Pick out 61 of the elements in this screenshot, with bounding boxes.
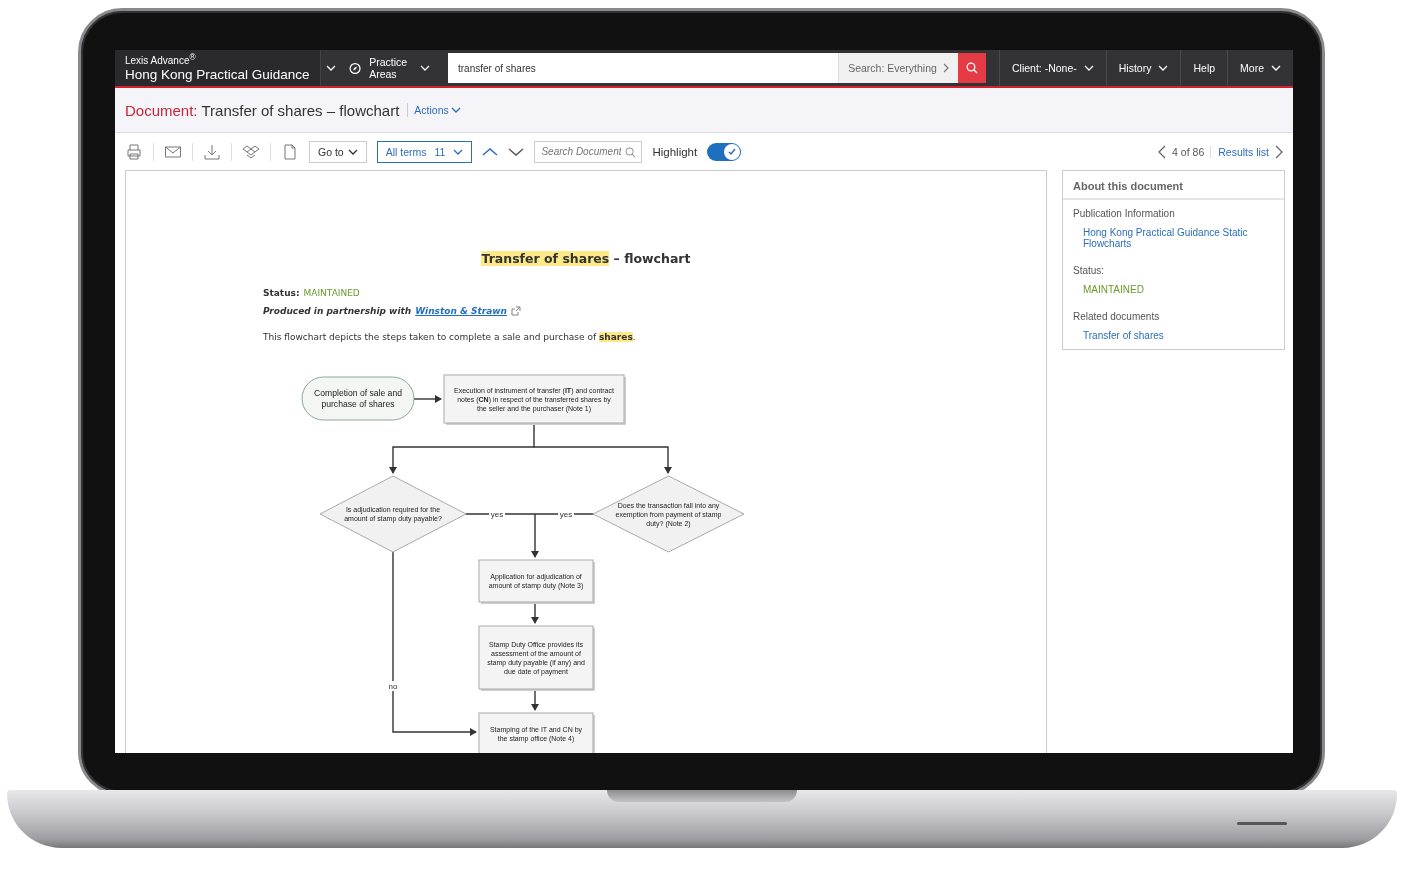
menu-item[interactable]: Client: -None-: [999, 50, 1106, 86]
product-name: Lexis Advance$^{®}$: [125, 51, 197, 67]
download-icon[interactable]: [203, 142, 221, 161]
connector-arrow: [413, 395, 442, 403]
section-label: Related documents: [1073, 311, 1161, 322]
highlight-label: Highlight: [652, 145, 698, 158]
status-label: Status:: [263, 288, 300, 298]
print-icon[interactable]: [125, 142, 143, 161]
search-icon: [966, 62, 978, 74]
search-field[interactable]: transfer of shares: [448, 53, 838, 83]
next-icon[interactable]: [1275, 144, 1283, 159]
go-to-dropdown[interactable]: Go to: [309, 140, 367, 163]
search-button[interactable]: [958, 53, 986, 83]
connector-arrow: [531, 688, 539, 711]
branch-label: yes: [559, 510, 573, 519]
chevron-down-icon: [450, 107, 461, 113]
chevron-down-icon: [1083, 65, 1094, 71]
next-term-icon[interactable]: [508, 146, 525, 157]
document-search-field[interactable]: Search Document: [534, 140, 643, 163]
section-label: Status:: [1073, 265, 1106, 276]
section-label: Publication Information: [1073, 208, 1176, 219]
highlight-toggle[interactable]: [707, 142, 742, 161]
search-scope-button[interactable]: Search: Everything: [838, 53, 958, 83]
branch-label: yes: [490, 510, 504, 519]
status-value: MAINTAINED: [303, 288, 360, 298]
connector-arrow: [531, 601, 539, 624]
chevron-right-icon: [942, 63, 949, 73]
previous-icon[interactable]: [1158, 144, 1167, 159]
search-icon: [625, 146, 637, 158]
chevron-down-icon: [325, 65, 336, 71]
connector-arrow: [531, 513, 539, 558]
intro-text: This flowchart depicts the steps taken to complete a sale and purchase of shares.: [263, 332, 637, 342]
document-heading: Transfer of shares – flowchart: [480, 251, 692, 266]
menu-item[interactable]: More: [1227, 50, 1293, 86]
terms-dropdown[interactable]: All terms 11: [376, 140, 473, 163]
chevron-down-icon: [420, 65, 430, 71]
partnership-text: Produced in partnership with: [263, 306, 412, 316]
menu-item[interactable]: Help: [1180, 50, 1228, 86]
partner-link[interactable]: Winston & Strawn: [415, 306, 507, 316]
related-link[interactable]: Hong Kong Practical Guidance Static Flowcharts: [1073, 219, 1274, 253]
result-position: 4 of 86: [1172, 145, 1205, 158]
check-icon: [727, 146, 738, 157]
chevron-down-icon: [347, 148, 358, 155]
menu-item[interactable]: History: [1105, 50, 1181, 86]
external-link-icon: [511, 306, 521, 316]
previous-term-icon[interactable]: [482, 146, 499, 157]
chevron-down-icon: [1271, 65, 1281, 71]
card-title: About this document: [1063, 171, 1284, 200]
node-label: Completion of sale and purchase of shares: [313, 388, 403, 409]
chevron-down-icon: [453, 148, 464, 155]
related-link[interactable]: Transfer of shares: [1073, 322, 1274, 345]
document-icon[interactable]: [281, 142, 299, 161]
branch-label: no: [388, 682, 398, 691]
base-groove: [1236, 822, 1287, 825]
status-value: MAINTAINED: [1082, 283, 1145, 297]
chevron-down-icon: [1158, 65, 1169, 71]
product-title: Hong Kong Practical Guidance: [125, 66, 310, 85]
compass-icon: [349, 61, 362, 75]
document-title: Document: Transfer of shares – flowchart: [125, 101, 400, 119]
results-list-link[interactable]: Results list: [1210, 145, 1269, 158]
actions-menu[interactable]: Actions: [407, 103, 467, 117]
